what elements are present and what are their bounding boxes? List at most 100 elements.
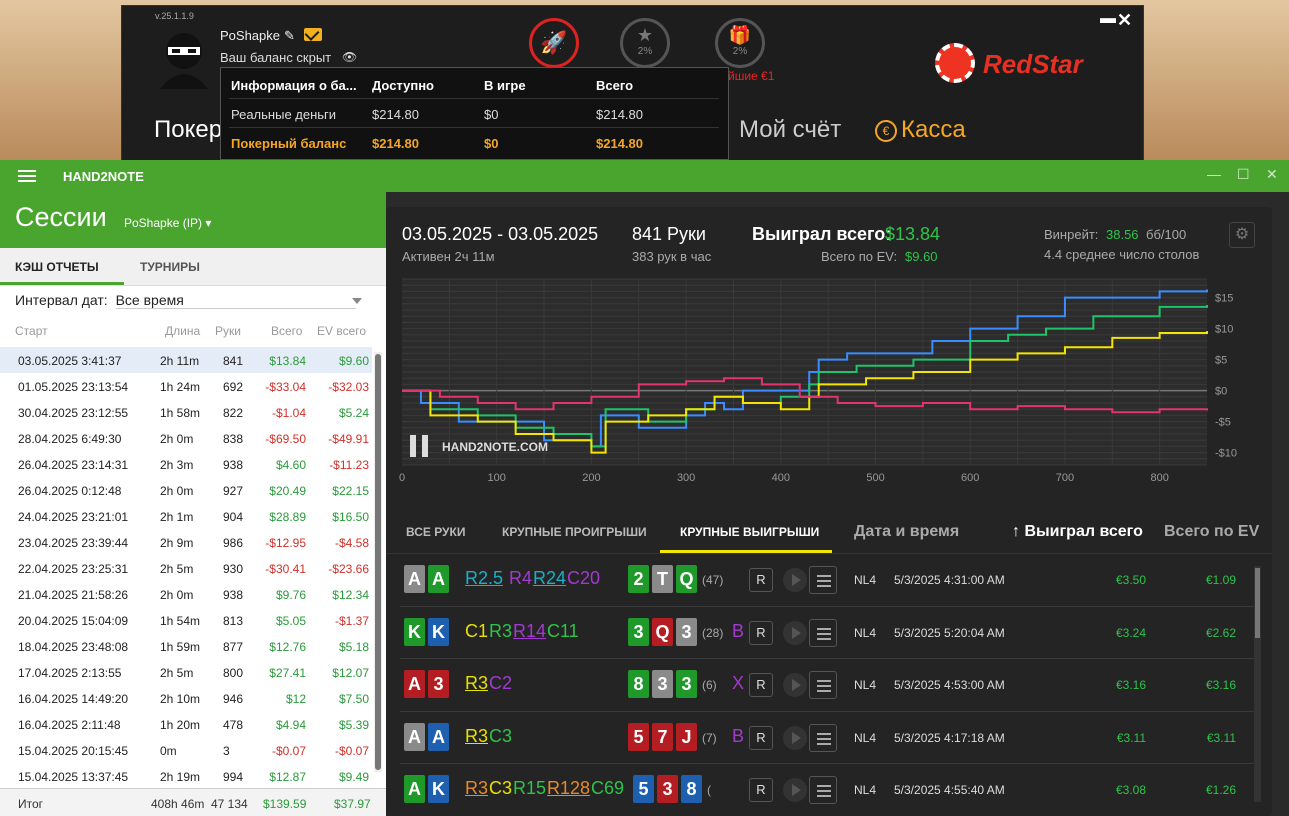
replay-r-button[interactable]: R [749,725,773,750]
replay-r-button[interactable]: R [749,620,773,645]
hamburger-menu-icon[interactable] [18,170,36,182]
nav-poker[interactable]: Покер [154,116,222,144]
star-progress-icon[interactable]: ★ 2% [620,18,670,68]
x-tick-label: 400 [772,472,790,484]
close-button[interactable]: ✕ [1266,166,1278,183]
session-row[interactable]: 23.04.2025 23:39:44 2h 9m 986 -$12.95 -$4.58 [0,529,372,555]
session-row[interactable]: 15.04.2025 20:15:45 0m 3 -$0.07 -$0.07 [0,737,372,763]
preflop-action: C3 [489,778,513,798]
minimize-button[interactable]: ▬ [1100,10,1116,28]
hand-row[interactable]: A A R2.5 R4 R24 C20 2 T Q (47) R NL4 5/3/2025 4:31:0… [400,554,1254,607]
session-len: 2h 19m [160,770,201,784]
session-row[interactable]: 21.04.2025 21:58:26 2h 0m 938 $9.76 $12.34 [0,581,372,607]
session-row[interactable]: 20.04.2025 15:04:09 1h 54m 813 $5.05 -$1.37 [0,607,372,633]
col-length[interactable]: Длина [165,324,200,338]
hole-card: A [404,722,425,751]
maximize-button[interactable]: ☐ [1237,166,1250,183]
session-row[interactable]: 30.04.2025 23:12:55 1h 58m 822 -$1.04 $5.24 [0,399,372,425]
balance-hidden-label[interactable]: Ваш баланс скрыт [220,50,331,65]
play-icon[interactable] [783,620,807,645]
hand-history-icon[interactable] [809,618,837,647]
hand-row[interactable]: A K R3 C3 R15 R128 C69 5 3 8 (R NL4 5/3/2025 4:55:40… [400,764,1254,816]
promo-text[interactable]: йшие €1 [728,69,774,83]
session-row[interactable]: 26.04.2025 0:12:48 2h 0m 927 $20.49 $22.15 [0,477,372,503]
hand-ev: €2.62 [1205,625,1236,640]
gear-icon[interactable]: ⚙ [1229,222,1255,248]
tab-cash-reports[interactable]: КЭШ ОТЧЕТЫ [15,260,99,274]
hand-history-icon[interactable] [809,566,837,594]
active-subtab-indicator [660,550,832,553]
replay-r-button[interactable]: R [749,673,773,697]
hand-history-icon[interactable] [809,723,837,752]
tab-tournaments[interactable]: ТУРНИРЫ [140,260,200,274]
hands-list: A A R2.5 R4 R24 C20 2 T Q (47) R NL4 5/3/2025 4:31:0… [400,554,1254,816]
session-len: 2h 5m [160,562,194,576]
nav-my-account[interactable]: Мой счёт [739,116,841,144]
session-row[interactable]: 15.04.2025 13:37:45 2h 19m 994 $12.87 $9.49 [0,763,372,789]
total-won: $139.59 [263,797,307,811]
y-tick-label: -$5 [1215,417,1231,429]
col-ev-total[interactable]: EV всего [317,324,366,338]
play-icon[interactable] [783,673,807,697]
scrollbar-thumb[interactable] [375,354,381,770]
session-row[interactable]: 16.04.2025 14:49:20 2h 10m 946 $12 $7.50 [0,685,372,711]
rocket-icon[interactable]: 🚀 [529,18,579,68]
total-label: Итог [18,797,44,811]
session-row[interactable]: 28.04.2025 6:49:30 2h 0m 838 -$69.50 -$49.91 [0,425,372,451]
session-start: 26.04.2025 0:12:48 [18,484,122,498]
hand-history-icon[interactable] [809,671,837,699]
session-row[interactable]: 16.04.2025 2:11:48 1h 20m 478 $4.94 $5.39 [0,711,372,737]
col-total[interactable]: Всего [271,324,302,338]
close-button[interactable]: ✕ [1117,10,1132,31]
play-icon[interactable] [783,725,807,750]
play-icon[interactable] [783,778,807,802]
sessions-scrollbar[interactable] [374,352,382,772]
col-hands[interactable]: Руки [215,324,241,338]
sort-date[interactable]: Дата и время [854,523,959,541]
player-selector[interactable]: PoShapke (IP) ▾ [124,216,211,230]
gift-progress-icon[interactable]: 🎁 2% [715,18,765,68]
replay-r-button[interactable]: R [749,778,773,802]
edit-pencil-icon[interactable]: ✎ [284,28,295,44]
chevron-down-icon[interactable] [352,298,362,304]
sort-won[interactable]: ↑ Выиграл всего [1012,523,1143,541]
hand-row[interactable]: KK C1R3R14C11 3Q3 (28) B7R NL4 5/3/2025 5:20:0… [400,607,1254,659]
tab-big-wins[interactable]: КРУПНЫЕ ВЫИГРЫШИ [680,525,819,539]
preflop-action: C2 [489,673,513,693]
tab-big-losses[interactable]: КРУПНЫЕ ПРОИГРЫШИ [502,525,647,539]
session-row[interactable]: 26.04.2025 23:14:31 2h 3m 938 $4.60 -$11.23 [0,451,372,477]
col-start[interactable]: Старт [15,324,48,338]
hole-card: K [428,617,449,646]
balance-row: Покерный баланс $214.80 $0 $214.80 [229,128,719,157]
session-row[interactable]: 03.05.2025 3:41:37 2h 11m 841 $13.84 $9.60 [0,347,372,373]
avatar[interactable] [156,29,212,89]
hand-history-icon[interactable] [809,776,837,804]
session-row[interactable]: 18.04.2025 23:48:08 1h 59m 877 $12.76 $5.18 [0,633,372,659]
replay-r-button[interactable]: R [749,568,773,592]
session-len: 2h 5m [160,666,194,680]
hands-scrollbar[interactable] [1254,566,1261,802]
minimize-button[interactable]: — [1207,166,1221,182]
nav-cashier[interactable]: € Касса [875,116,966,144]
hand-row[interactable]: A3R3C2833(6)X B4.75 R1(RNL45/3/2025 4:53… [400,659,1254,712]
scrollbar-thumb[interactable] [1255,568,1260,638]
hand-date: 5/3/2025 4:17:18 AM [894,730,1005,745]
play-icon[interactable] [783,568,807,592]
sort-ev[interactable]: Всего по EV [1164,523,1259,541]
session-ev: -$32.03 [328,380,369,394]
preflop-action: C11 [547,620,579,641]
session-len: 2h 0m [160,484,194,498]
session-row[interactable]: 22.04.2025 23:25:31 2h 5m 930 -$30.41 -$23.6… [0,555,372,581]
mail-icon[interactable] [304,28,322,41]
session-row[interactable]: 24.04.2025 23:21:01 2h 1m 904 $28.89 $16.50 [0,503,372,529]
hand-limit: NL4 [854,678,877,692]
gift-progress-value: 2% [732,46,748,57]
session-row[interactable]: 01.05.2025 23:13:54 1h 24m 692 -$33.04 -$32.… [0,373,372,399]
tab-all-hands[interactable]: ВСЕ РУКИ [406,525,465,539]
eye-icon[interactable]: 👁 [342,50,357,64]
hand-row[interactable]: AA R3C3 57J (7) B7 C7 R NL4 5/3/2025 4:17:18 AM… [400,712,1254,764]
session-row[interactable]: 17.04.2025 2:13:55 2h 5m 800 $27.41 $12.07 [0,659,372,685]
hand-won: €3.11 [1116,730,1146,745]
interval-dropdown[interactable]: Все время [115,292,356,309]
session-start: 16.04.2025 2:11:48 [18,718,121,732]
